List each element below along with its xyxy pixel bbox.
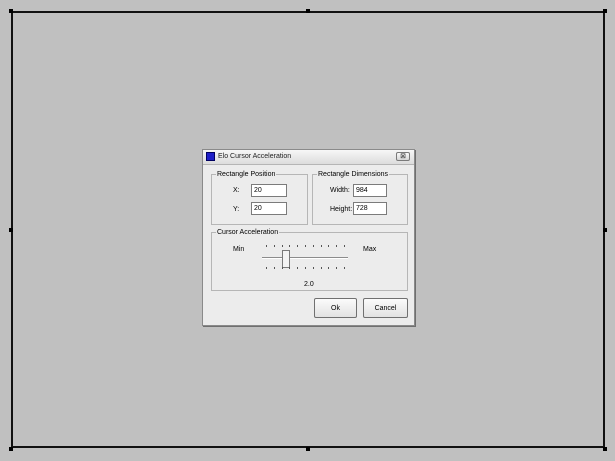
y-label: Y: <box>233 206 240 213</box>
resize-handle-bottom-right[interactable] <box>603 447 607 451</box>
slider-tick-bottom <box>328 267 329 269</box>
acceleration-slider[interactable] <box>212 233 409 283</box>
resize-handle-left[interactable] <box>9 228 13 232</box>
slider-tick-top <box>282 245 283 247</box>
rectangle-position-legend: Rectangle Position <box>216 170 277 179</box>
cursor-acceleration-group: Cursor Acceleration Min Max 2.0 <box>211 228 409 291</box>
resize-handle-top-left[interactable] <box>9 9 13 13</box>
slider-tick-bottom <box>289 267 290 269</box>
slider-tick-top <box>344 245 345 247</box>
cancel-button[interactable]: Cancel <box>363 298 408 318</box>
title-bar[interactable]: Elo Cursor Acceleration ⊠ <box>203 150 414 165</box>
slider-tick-bottom <box>274 267 275 269</box>
rectangle-dimensions-group: Rectangle Dimensions Width: Height: <box>312 170 408 225</box>
slider-tick-top <box>305 245 306 247</box>
resize-handle-bottom[interactable] <box>306 447 310 451</box>
slider-track <box>262 257 348 259</box>
slider-tick-top <box>336 245 337 247</box>
slider-tick-top <box>297 245 298 247</box>
close-button[interactable]: ⊠ <box>396 152 410 161</box>
close-icon: ⊠ <box>400 153 406 160</box>
rectangle-position-group: Rectangle Position X: Y: <box>211 170 308 225</box>
height-label: Height: <box>330 206 353 213</box>
width-input[interactable] <box>353 184 387 197</box>
slider-tick-bottom <box>313 267 314 269</box>
ok-button[interactable]: Ok <box>314 298 357 318</box>
slider-tick-bottom <box>305 267 306 269</box>
resize-handle-bottom-left[interactable] <box>9 447 13 451</box>
slider-tick-bottom <box>266 267 267 269</box>
height-input[interactable] <box>353 202 387 215</box>
rectangle-dimensions-legend: Rectangle Dimensions <box>317 170 390 179</box>
slider-tick-top <box>313 245 314 247</box>
slider-tick-top <box>328 245 329 247</box>
slider-tick-top <box>321 245 322 247</box>
resize-handle-top-right[interactable] <box>603 9 607 13</box>
slider-tick-bottom <box>344 267 345 269</box>
cursor-acceleration-dialog: Elo Cursor Acceleration ⊠ Rectangle Posi… <box>202 149 415 326</box>
x-input[interactable] <box>251 184 287 197</box>
resize-handle-top[interactable] <box>306 9 310 13</box>
slider-thumb[interactable] <box>281 250 290 268</box>
slider-tick-bottom <box>336 267 337 269</box>
slider-tick-bottom <box>321 267 322 269</box>
x-label: X: <box>233 187 240 194</box>
dialog-title: Elo Cursor Acceleration <box>218 153 292 160</box>
resize-handle-right[interactable] <box>603 228 607 232</box>
slider-tick-top <box>289 245 290 247</box>
slider-tick-top <box>266 245 267 247</box>
acceleration-value: 2.0 <box>304 281 314 288</box>
slider-tick-top <box>274 245 275 247</box>
app-icon <box>206 152 215 161</box>
y-input[interactable] <box>251 202 287 215</box>
slider-tick-bottom <box>297 267 298 269</box>
width-label: Width: <box>330 187 350 194</box>
slider-tick-bottom <box>282 267 283 269</box>
